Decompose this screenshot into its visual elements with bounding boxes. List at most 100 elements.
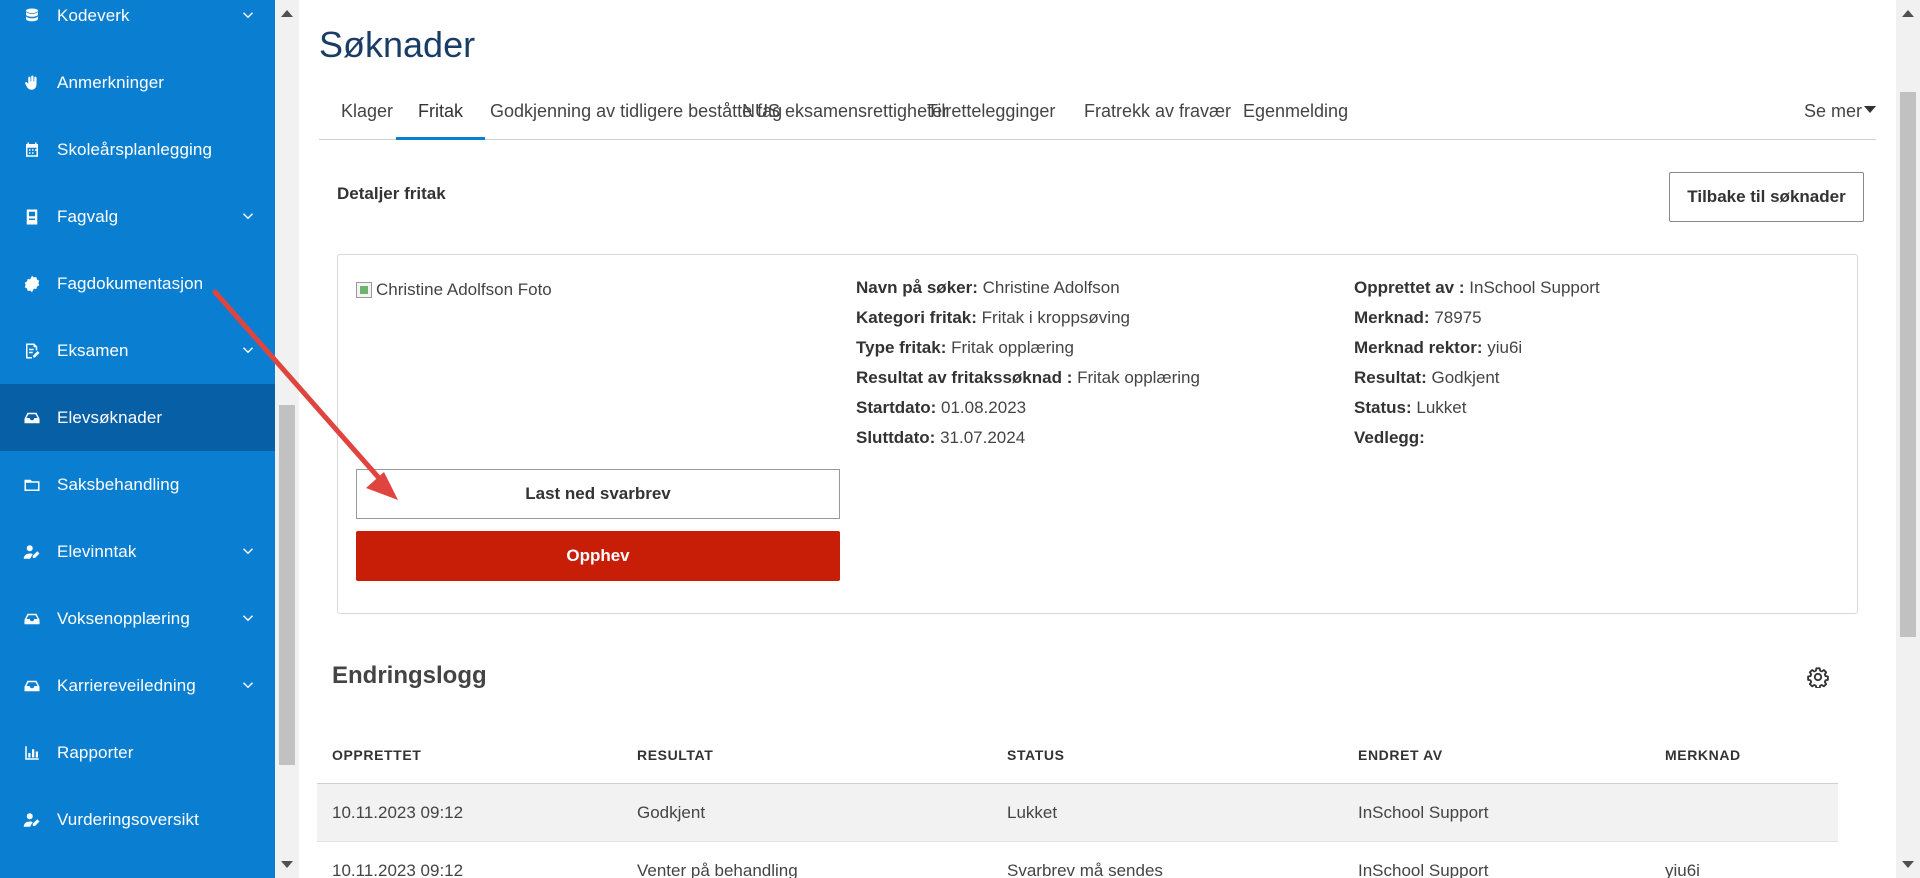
table-cell: 10.11.2023 09:12	[332, 803, 464, 822]
info-value: Fritak opplæring	[951, 338, 1074, 357]
info-column-applicant: Navn på søker: Christine Adolfson Kategor…	[856, 273, 1336, 453]
sidebar-item-kodeverk[interactable]: Kodeverk	[0, 0, 275, 49]
info-row: Kategori fritak: Fritak i kroppsøving	[856, 303, 1336, 333]
change-log-table: OPPRETTET RESULTAT STATUS ENDRET AV MERKNAD 1…	[317, 726, 1838, 878]
info-column-status: Opprettet av : InSchool Support Merknad: …	[1354, 273, 1834, 453]
sidebar-item-label: Anmerkninger	[57, 72, 165, 92]
sidebar-item-label: Voksenopplæring	[57, 608, 190, 628]
sidebar-item-label: Elevsøknader	[57, 407, 163, 427]
sidebar-item-label: Skoleårsplanlegging	[57, 139, 213, 159]
column-header[interactable]: MERKNAD	[1665, 726, 1741, 784]
page-title: Søknader	[319, 24, 476, 65]
main-scrollbar[interactable]	[1896, 0, 1920, 878]
chevron-down-icon[interactable]	[239, 676, 259, 696]
sidebar-scrollbar-thumb[interactable]	[279, 405, 295, 765]
info-row: Navn på søker: Christine Adolfson	[856, 273, 1336, 303]
info-row: Status: Lukket	[1354, 393, 1834, 423]
inbox-icon	[22, 676, 42, 696]
info-label: Merknad:	[1354, 308, 1430, 327]
folder-icon	[22, 475, 42, 495]
table-cell: 10.11.2023 09:12	[332, 861, 464, 878]
info-value: Fritak opplæring	[1077, 368, 1200, 387]
chevron-down-icon[interactable]	[239, 609, 259, 629]
applicant-photo: Christine Adolfson Foto	[356, 275, 656, 305]
info-value: Fritak i kroppsøving	[981, 308, 1130, 327]
sidebar-item-label: Elevinntak	[57, 541, 137, 561]
column-header[interactable]: ENDRET AV	[1358, 726, 1443, 784]
info-value: 78975	[1434, 308, 1482, 327]
app-window: Kodeverk Anmerkninger Skoleårsplanlegging F…	[0, 0, 1920, 878]
chevron-down-icon[interactable]	[239, 341, 259, 361]
sidebar-item-karriereveiledning[interactable]: Karriereveiledning	[0, 652, 275, 719]
tab-tilrettelegginger[interactable]: Tilrettelegginger	[905, 88, 1077, 140]
info-row: Startdato: 01.08.2023	[856, 393, 1336, 423]
chevron-down-icon[interactable]	[239, 542, 259, 562]
sidebar-item-saksbehandling[interactable]: Saksbehandling	[0, 451, 275, 518]
chevron-down-icon[interactable]	[239, 6, 259, 26]
bar-chart-icon	[22, 743, 42, 763]
inbox-icon	[22, 408, 42, 428]
sidebar-item-elevinntak[interactable]: Elevinntak	[0, 518, 275, 585]
info-value: 01.08.2023	[941, 398, 1027, 417]
scroll-down-arrow-icon[interactable]	[1902, 861, 1914, 868]
main-scrollbar-thumb[interactable]	[1900, 92, 1916, 637]
sidebar-item-label: Saksbehandling	[57, 474, 180, 494]
sidebar-item-rapporter[interactable]: Rapporter	[0, 719, 275, 786]
revoke-button[interactable]: Opphev	[356, 531, 840, 581]
table-cell: Godkjent	[637, 803, 706, 822]
caret-down-icon	[1864, 106, 1876, 113]
scroll-up-arrow-icon[interactable]	[281, 10, 293, 17]
sidebar-item-anmerkninger[interactable]: Anmerkninger	[0, 49, 275, 116]
tab-egenmelding[interactable]: Egenmelding	[1221, 88, 1370, 140]
gear-icon[interactable]	[1807, 666, 1829, 690]
scroll-down-arrow-icon[interactable]	[281, 861, 293, 868]
tab-see-more-label: Se mer	[1803, 101, 1862, 121]
info-label: Status:	[1354, 398, 1412, 417]
book-icon	[22, 207, 42, 227]
sidebar-item-voksenopplæring[interactable]: Voksenopplæring	[0, 585, 275, 652]
column-header[interactable]: RESULTAT	[637, 726, 713, 784]
info-label: Type fritak:	[856, 338, 947, 357]
info-row: Sluttdato: 31.07.2024	[856, 423, 1336, 453]
sidebar-item-fagvalg[interactable]: Fagvalg	[0, 183, 275, 250]
info-value: 31.07.2024	[940, 428, 1026, 447]
info-row: Resultat av fritakssøknad : Fritak opplæ…	[856, 363, 1336, 393]
sidebar-item-fagdokumentasjon[interactable]: Fagdokumentasjon	[0, 250, 275, 317]
sidebar: Kodeverk Anmerkninger Skoleårsplanlegging F…	[0, 0, 275, 878]
info-label: Startdato:	[856, 398, 937, 417]
sidebar-item-skoleårsplanlegging[interactable]: Skoleårsplanlegging	[0, 116, 275, 183]
sidebar-item-label: Rapporter	[57, 742, 134, 762]
sidebar-scrollbar[interactable]	[275, 0, 299, 878]
applicant-photo-alt: Christine Adolfson Foto	[376, 280, 552, 299]
change-log-title: Endringslogg	[332, 662, 487, 689]
scroll-up-arrow-icon[interactable]	[1902, 10, 1914, 17]
download-reply-letter-button[interactable]: Last ned svarbrev	[356, 469, 840, 519]
sidebar-item-vurderingsoversikt[interactable]: Vurderingsoversikt	[0, 786, 275, 853]
table-cell: InSchool Support	[1358, 861, 1489, 878]
info-label: Resultat:	[1354, 368, 1427, 387]
info-label: Sluttdato:	[856, 428, 936, 447]
info-row: Opprettet av : InSchool Support	[1354, 273, 1834, 303]
info-row: Type fritak: Fritak opplæring	[856, 333, 1336, 363]
chevron-down-icon[interactable]	[239, 207, 259, 227]
sidebar-item-eksamen[interactable]: Eksamen	[0, 317, 275, 384]
back-to-applications-button[interactable]: Tilbake til søknader	[1669, 172, 1864, 222]
inbox-icon	[22, 609, 42, 629]
info-label: Resultat av fritakssøknad :	[856, 368, 1073, 387]
tab-see-more[interactable]: Se mer	[1804, 88, 1876, 140]
database-icon	[22, 6, 42, 26]
details-title: Detaljer fritak	[337, 184, 446, 203]
info-value: InSchool Support	[1469, 278, 1600, 297]
column-header[interactable]: STATUS	[1007, 726, 1065, 784]
tab-bar: Se mer Klager Fritak Godkjenning av tidlig…	[319, 88, 1876, 140]
user-edit-icon	[22, 810, 42, 830]
hand-icon	[22, 73, 42, 93]
table-cell: yiu6i	[1665, 861, 1700, 878]
sidebar-item-elevsøknader[interactable]: Elevsøknader	[0, 384, 275, 451]
sidebar-item-label: Fagdokumentasjon	[57, 273, 204, 293]
table-cell: Svarbrev må sendes	[1007, 861, 1163, 878]
sidebar-item-label: Eksamen	[57, 340, 129, 360]
info-row: Merknad rektor: yiu6i	[1354, 333, 1834, 363]
info-label: Kategori fritak:	[856, 308, 977, 327]
column-header[interactable]: OPPRETTET	[332, 726, 421, 784]
